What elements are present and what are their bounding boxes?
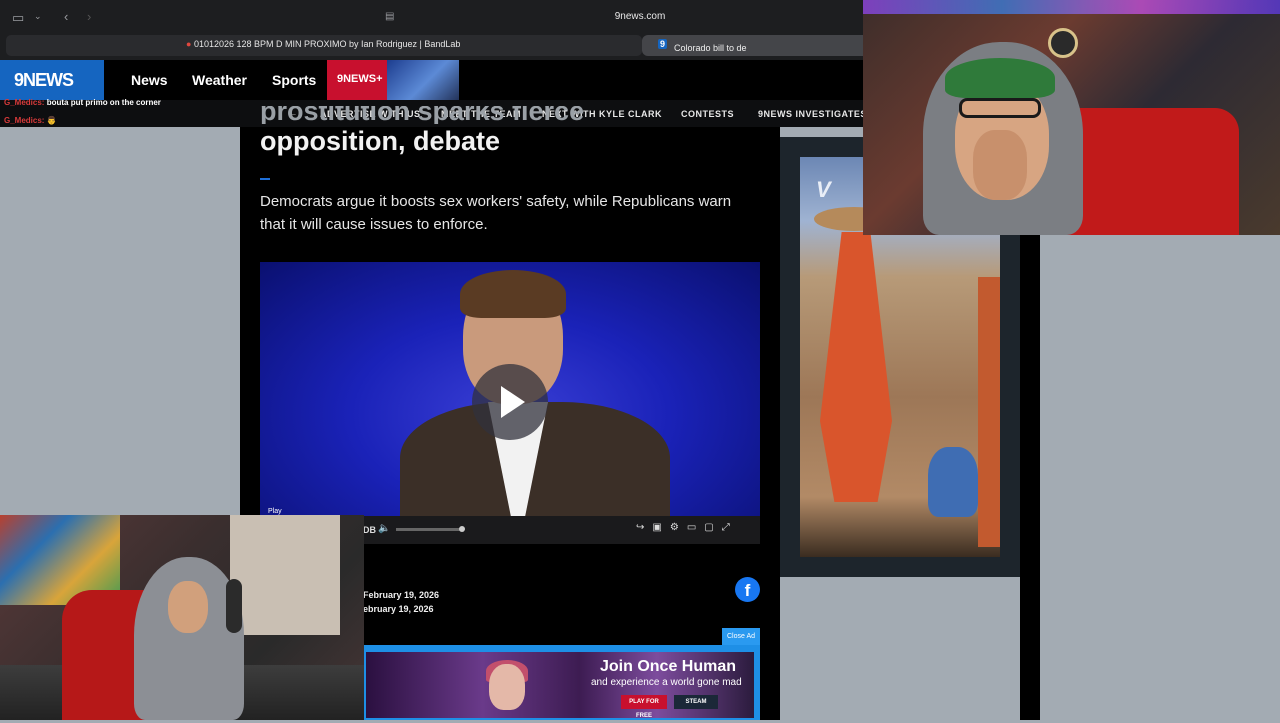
chat-text: 👨 — [46, 116, 57, 125]
site-logo[interactable]: 9NEWS — [0, 60, 104, 100]
webcam-top — [863, 0, 1280, 235]
updated-date: ebruary 19, 2026 — [363, 604, 434, 614]
nav-news[interactable]: News — [131, 72, 168, 88]
headline-cut: prostitution sparks fierce — [260, 106, 585, 124]
anchor-hair — [460, 270, 566, 318]
settings-icon[interactable]: ⚙ — [670, 522, 687, 533]
video-scrubber[interactable] — [396, 526, 465, 532]
subnav-investigates[interactable]: 9NEWS INVESTIGATES — [758, 109, 867, 119]
chat-text: bouta put primo on the corner — [46, 98, 161, 107]
play-label: Play — [268, 508, 282, 515]
side-ad-logo: V — [816, 177, 831, 202]
ad-subtitle: and experience a world gone mad — [591, 677, 742, 688]
webcam-bottom — [0, 515, 364, 720]
published-date: February 19, 2026 — [363, 590, 440, 600]
close-ad-button[interactable]: Close Ad — [722, 628, 760, 645]
ad-character-face — [489, 664, 525, 710]
headline-main: opposition, debate — [260, 126, 500, 156]
volume-icon[interactable]: 🔈 — [378, 523, 390, 534]
tab-active[interactable]: 9 Colorado bill to de — [642, 35, 864, 56]
cc-icon[interactable]: ▣ — [652, 522, 669, 533]
led-strip — [863, 0, 1280, 14]
microphone-icon — [1048, 28, 1078, 58]
fullscreen-icon[interactable]: ⤢ — [722, 522, 738, 533]
chat-user: G_Medics: — [4, 116, 45, 125]
article-headline: prostitution sparks fierce opposition, d… — [260, 106, 760, 158]
forward-icon[interactable]: › — [87, 9, 91, 24]
facebook-icon[interactable]: f — [735, 577, 760, 602]
streamer-face — [168, 581, 208, 633]
airplay-icon[interactable]: ▢ — [704, 522, 721, 533]
streamer-glasses — [959, 98, 1041, 118]
nav-sports[interactable]: Sports — [272, 72, 316, 88]
side-ad-child — [928, 447, 978, 517]
streamer-hand — [973, 130, 1027, 200]
chevron-down-icon[interactable]: ⌄ — [34, 11, 42, 22]
address-bar[interactable]: 9news.com — [560, 11, 720, 22]
wall-poster — [230, 515, 340, 635]
reader-icon[interactable]: ▤ — [385, 11, 394, 22]
back-icon[interactable]: ‹ — [64, 9, 68, 24]
headline-rule — [260, 178, 270, 180]
sidebar-icon[interactable]: ▭ — [12, 10, 24, 26]
ad-play-button[interactable]: PLAY FOR FREE — [621, 695, 667, 719]
nav-9news-plus[interactable]: 9NEWS+ — [327, 60, 387, 100]
9news-favicon-icon: 9 — [658, 39, 668, 49]
bandlab-favicon-icon: ● — [186, 39, 192, 49]
scrubber-handle[interactable] — [459, 526, 465, 532]
chat-message: G_Medics: bouta put primo on the corner — [4, 98, 161, 107]
share-icon[interactable]: ↪ — [636, 522, 652, 533]
article-dek: Democrats argue it boosts sex workers' s… — [260, 193, 732, 233]
video-player[interactable]: Play — [260, 262, 760, 516]
side-ad-railing — [978, 277, 1000, 547]
side-ad-woman — [820, 232, 892, 502]
tab-bandlab[interactable]: ● 01012026 128 BPM D MIN PROXIMO by Ian … — [186, 39, 460, 49]
streamer-cap — [945, 58, 1055, 98]
microphone-icon — [226, 579, 242, 633]
ad-steam-button[interactable]: STEAM — [674, 695, 718, 709]
video-control-icons: ↪▣⚙▭▢⤢ — [636, 522, 738, 533]
live-thumbnail[interactable] — [387, 60, 459, 100]
nav-weather[interactable]: Weather — [192, 72, 247, 88]
tab-active-label: 9 Colorado bill to de — [658, 39, 747, 53]
play-icon[interactable] — [472, 364, 548, 440]
chat-user: G_Medics: — [4, 98, 45, 107]
video-left-label: DB — [363, 525, 376, 535]
chat-message: G_Medics: 👨 — [4, 116, 57, 125]
pip-icon[interactable]: ▭ — [687, 522, 704, 533]
ad-title: Join Once Human — [600, 658, 737, 675]
